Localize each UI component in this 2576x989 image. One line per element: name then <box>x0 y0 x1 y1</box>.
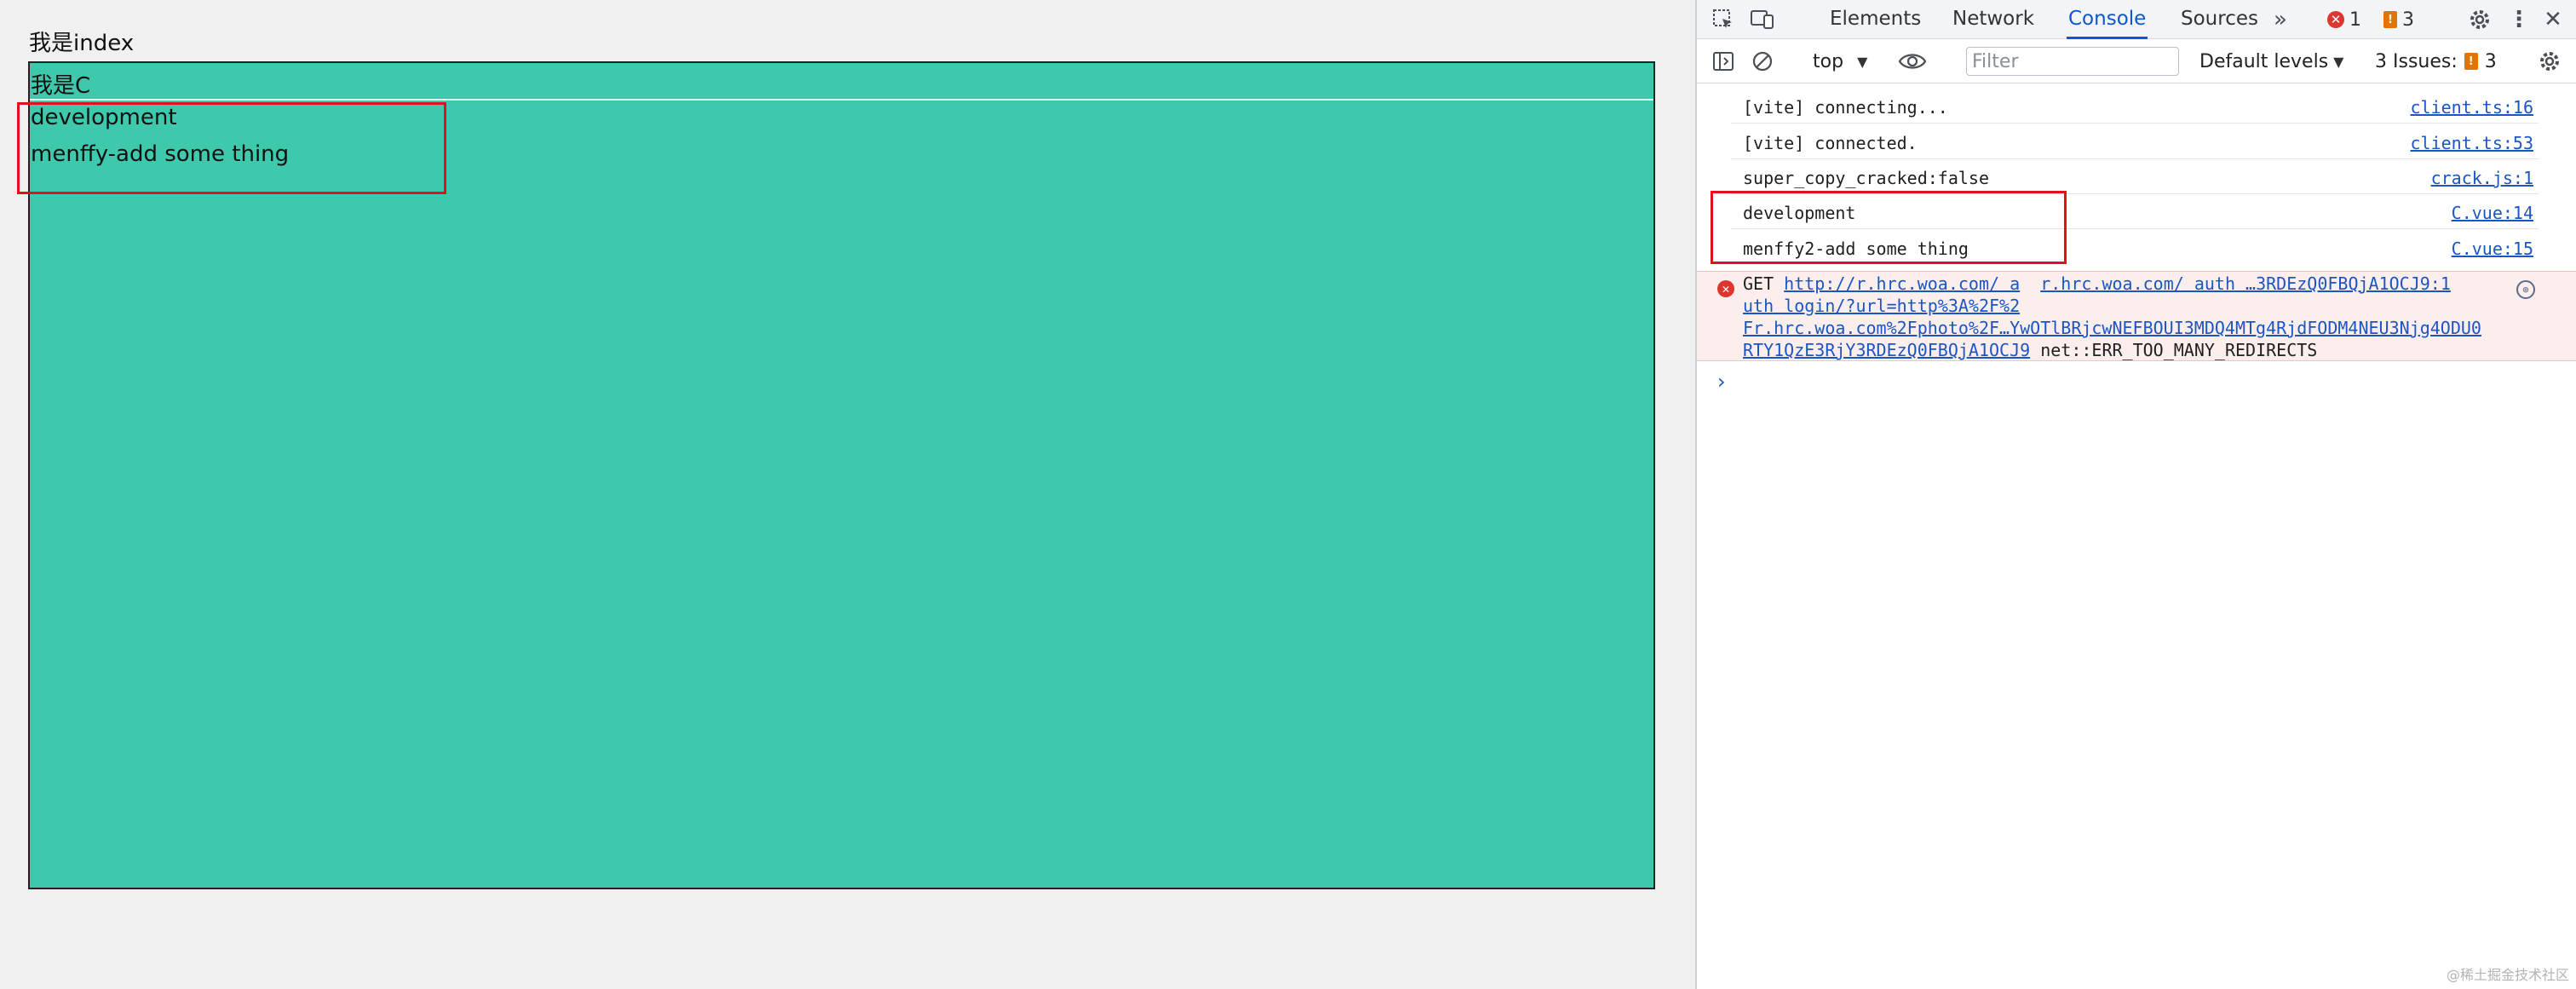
error-url-link[interactable]: http://r.hrc.woa.com/ a <box>1784 273 2020 294</box>
warning-count-badge[interactable]: ! 3 <box>2383 9 2414 31</box>
tab-elements[interactable]: Elements <box>1828 0 1923 39</box>
watermark: @稀土掘金技术社区 <box>2446 967 2569 983</box>
network-request-icon[interactable]: ⊕ <box>2516 280 2535 299</box>
console-settings-gear-icon[interactable] <box>2535 47 2564 76</box>
console-prompt-chevron-icon[interactable]: › <box>1717 370 1726 394</box>
warning-icon: ! <box>2464 53 2478 70</box>
caret-down-icon: ▼ <box>2333 53 2344 70</box>
console-error-entry: ✕ GET http://r.hrc.woa.com/ a r.hrc.woa.… <box>1697 271 2576 361</box>
page-highlight-box <box>17 102 446 194</box>
tab-network[interactable]: Network <box>1951 0 2036 39</box>
error-icon: ✕ <box>1717 280 1734 297</box>
settings-gear-icon[interactable] <box>2465 5 2494 34</box>
context-selector[interactable]: top ▼ <box>1813 48 1867 75</box>
device-toolbar-icon[interactable] <box>1748 5 1777 34</box>
log-levels-dropdown[interactable]: Default levels ▼ <box>2199 48 2343 75</box>
source-link[interactable]: client.ts:53 <box>2411 133 2534 153</box>
tab-sources[interactable]: Sources <box>2179 0 2260 39</box>
error-url-link[interactable]: uth login/?url=http%3A%2F%2 <box>1743 296 2020 316</box>
kebab-menu-icon[interactable]: ⋮ <box>2504 5 2533 34</box>
filter-input[interactable] <box>1966 47 2179 76</box>
divider <box>1731 123 2539 124</box>
inspect-element-icon[interactable] <box>1709 5 1738 34</box>
error-url-link[interactable]: Fr.hrc.woa.com%2Fphoto%2F…YwOTlBRjcwNEFB… <box>1743 318 2481 338</box>
index-title: 我是index <box>29 31 135 56</box>
close-icon[interactable]: ✕ <box>2539 5 2567 34</box>
devtools-tabbar: Elements Network Console Sources » ✕ 1 !… <box>1697 0 2576 39</box>
source-link[interactable]: C.vue:15 <box>2452 239 2533 259</box>
warning-icon: ! <box>2383 11 2397 28</box>
error-url-link[interactable]: RTY1QzE3RjY3RDEzQ0FBQjA1OCJ9 <box>1743 340 2030 360</box>
source-link[interactable]: C.vue:14 <box>2452 203 2533 223</box>
live-expression-eye-icon[interactable] <box>1898 47 1927 76</box>
double-chevron-right-icon[interactable]: » <box>2266 5 2295 34</box>
component-c-title: 我是C <box>31 73 91 99</box>
page-viewport: 我是index 我是C development menffy-add some … <box>0 0 1695 989</box>
source-link[interactable]: crack.js:1 <box>2431 168 2533 188</box>
tab-console[interactable]: Console <box>2067 0 2148 39</box>
clear-console-icon[interactable] <box>1748 47 1777 76</box>
error-source-link[interactable]: r.hrc.woa.com/ auth …3RDEzQ0FBQjA1OCJ9:1 <box>2040 273 2451 294</box>
caret-down-icon: ▼ <box>1857 53 1868 70</box>
console-toolbar: top ▼ Default levels ▼ 3 Issues: ! 3 <box>1697 39 2576 83</box>
divider <box>1731 158 2539 159</box>
error-icon: ✕ <box>2327 11 2344 28</box>
error-reason: net::ERR_TOO_MANY_REDIRECTS <box>2040 340 2318 360</box>
error-count-badge[interactable]: ✕ 1 <box>2327 9 2361 31</box>
console-highlight-box <box>1711 191 2067 264</box>
sidebar-toggle-icon[interactable] <box>1709 47 1738 76</box>
devtools-panel: Elements Network Console Sources » ✕ 1 !… <box>1695 0 2576 989</box>
divider <box>30 99 1653 101</box>
source-link[interactable]: client.ts:16 <box>2411 97 2534 118</box>
issues-counter[interactable]: 3 Issues: ! 3 <box>2375 48 2497 75</box>
